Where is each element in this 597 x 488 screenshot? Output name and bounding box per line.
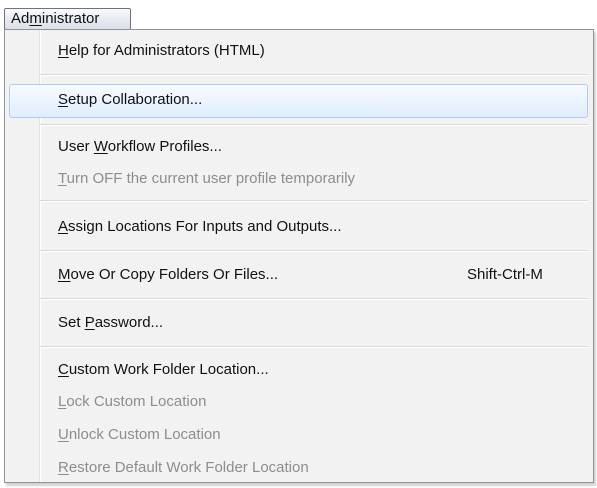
menu-item-label-assign-locations: Assign Locations For Inputs and Outputs.… <box>58 218 342 236</box>
label-suffix: ove Or Copy Folders Or Files... <box>70 266 279 283</box>
label-suffix: urn OFF the current user profile tempora… <box>66 170 356 187</box>
menu-separator-4 <box>40 250 588 252</box>
access-key-c: C <box>58 361 69 378</box>
access-key-w: W <box>93 138 108 155</box>
menu-item-set-password[interactable]: Set Password... <box>5 307 593 339</box>
menu-item-label-restore-default-work-folder-location: Restore Default Work Folder Location <box>58 459 309 477</box>
label-prefix: User <box>58 138 94 155</box>
menu-separator-2 <box>40 124 588 126</box>
menu-item-label-user-workflow-profiles: User Workflow Profiles... <box>58 138 222 156</box>
access-key-u: U <box>58 426 69 443</box>
menu-item-restore-default-work-folder-location: Restore Default Work Folder Location <box>5 452 593 482</box>
access-key-h: H <box>58 42 69 59</box>
label-suffix: ssign Locations For Inputs and Outputs..… <box>68 218 342 235</box>
label-suffix: ock Custom Location <box>66 393 207 410</box>
menu-separator-5 <box>40 298 588 300</box>
access-key-a: A <box>58 218 69 235</box>
menu-item-help-for-administrators[interactable]: Help for Administrators (HTML) <box>5 35 593 67</box>
label-suffix: estore Default Work Folder Location <box>68 459 309 476</box>
menu-item-label-lock-custom-location: Lock Custom Location <box>58 393 206 411</box>
administrator-menu-access-key: m <box>29 10 42 27</box>
menu-item-label-turn-off-current-user-profile: Turn OFF the current user profile tempor… <box>58 170 355 188</box>
label-suffix: elp for Administrators (HTML) <box>68 42 265 59</box>
administrator-menu-button[interactable]: Administrator <box>4 8 131 30</box>
access-key-m: M <box>58 266 71 283</box>
menu-separator-3 <box>40 200 588 202</box>
menu-item-user-workflow-profiles[interactable]: User Workflow Profiles... <box>5 131 593 163</box>
access-key-p: P <box>84 314 95 331</box>
label-suffix: ustom Work Folder Location... <box>68 361 269 378</box>
label-suffix: etup Collaboration... <box>68 91 203 108</box>
menu-separator-6 <box>40 346 588 348</box>
menu-item-label-unlock-custom-location: Unlock Custom Location <box>58 426 221 444</box>
access-key-r: R <box>58 459 69 476</box>
menu-item-label-custom-work-folder-location: Custom Work Folder Location... <box>58 361 269 379</box>
access-key-s: S <box>58 91 69 108</box>
menu-item-label-setup-collaboration: Setup Collaboration... <box>58 91 202 109</box>
menu-separator-1 <box>40 74 588 76</box>
access-key-t: T <box>58 170 67 187</box>
menu-item-assign-locations[interactable]: Assign Locations For Inputs and Outputs.… <box>5 211 593 243</box>
menu-item-lock-custom-location: Lock Custom Location <box>5 386 593 418</box>
administrator-menu-title-suffix: inistrator <box>41 10 100 27</box>
menu-item-label-help-for-administrators: Help for Administrators (HTML) <box>58 42 265 60</box>
menu-item-label-move-or-copy-folders-or-files: Move Or Copy Folders Or Files... <box>58 266 278 284</box>
move-or-copy-shortcut: Shift-Ctrl-M <box>467 266 543 283</box>
menu-item-unlock-custom-location: Unlock Custom Location <box>5 419 593 451</box>
administrator-dropdown-menu: Help for Administrators (HTML) Setup Col… <box>4 29 594 483</box>
administrator-menu-title-prefix: Ad <box>11 10 30 27</box>
label-prefix: Set <box>58 314 85 331</box>
menu-item-turn-off-current-user-profile: Turn OFF the current user profile tempor… <box>5 163 593 195</box>
label-suffix: orkflow Profiles... <box>107 138 222 155</box>
menu-item-move-or-copy-folders-or-files[interactable]: Move Or Copy Folders Or Files... Shift-C… <box>5 259 593 291</box>
screen: Administrator Help for Administrators (H… <box>0 0 597 488</box>
label-suffix: assword... <box>94 314 164 331</box>
menu-item-custom-work-folder-location[interactable]: Custom Work Folder Location... <box>5 354 593 386</box>
label-suffix: nlock Custom Location <box>68 426 221 443</box>
menu-item-setup-collaboration[interactable]: Setup Collaboration... <box>9 84 588 118</box>
menu-item-label-set-password: Set Password... <box>58 314 163 332</box>
